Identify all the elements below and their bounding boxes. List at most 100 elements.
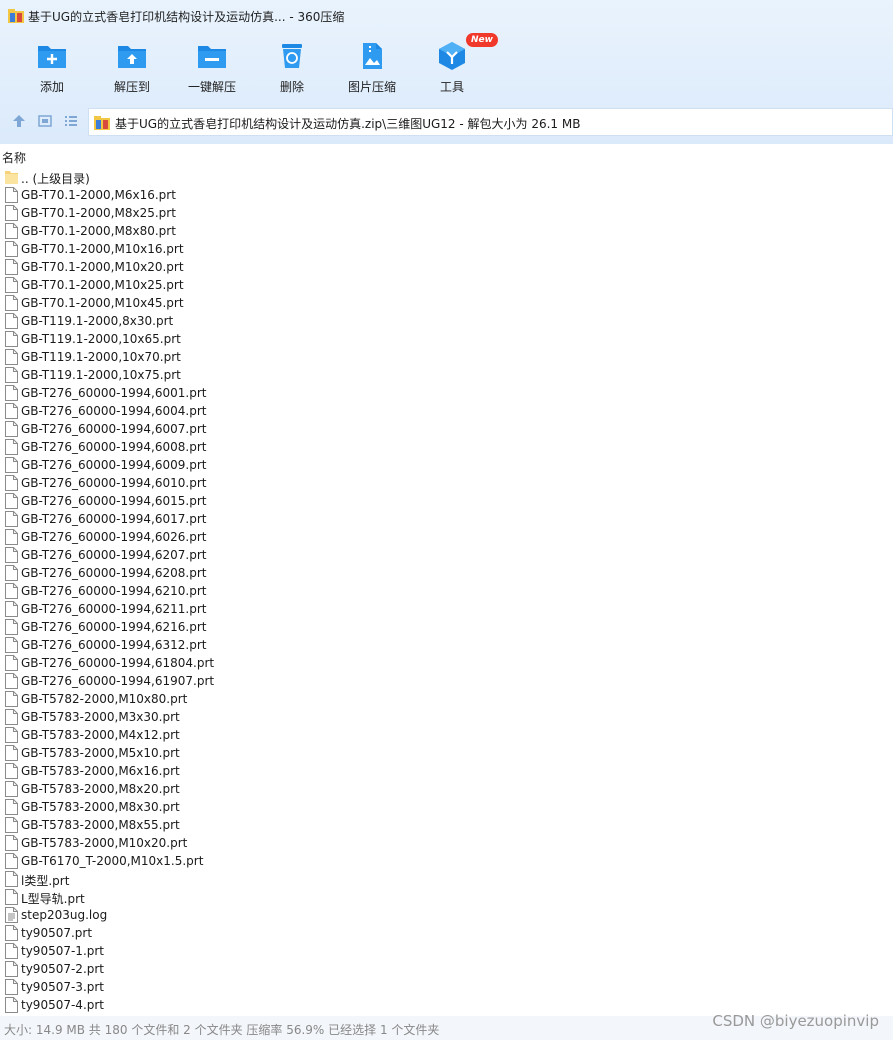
file-name: GB-T276_60000-1994,6312.prt: [21, 638, 207, 652]
file-name: GB-T5782-2000,M10x80.prt: [21, 692, 188, 706]
file-row[interactable]: GB-T119.1-2000,8x30.prt: [0, 312, 893, 330]
file-icon: [5, 385, 18, 401]
window-header: 基于UG的立式香皂打印机结构设计及运动仿真... - 360压缩 添加 解压到: [0, 0, 893, 144]
file-name: ty90507-1.prt: [21, 944, 105, 958]
file-icon: [5, 403, 18, 419]
file-icon: [5, 313, 18, 329]
file-row[interactable]: GB-T276_60000-1994,6026.prt: [0, 528, 893, 546]
file-row[interactable]: GB-T276_60000-1994,6008.prt: [0, 438, 893, 456]
file-row[interactable]: GB-T5783-2000,M5x10.prt: [0, 744, 893, 762]
file-name: GB-T276_60000-1994,6017.prt: [21, 512, 207, 526]
file-row[interactable]: GB-T70.1-2000,M10x25.prt: [0, 276, 893, 294]
file-icon: [5, 871, 18, 887]
file-row[interactable]: GB-T70.1-2000,M6x16.prt: [0, 186, 893, 204]
file-row[interactable]: GB-T276_60000-1994,61907.prt: [0, 672, 893, 690]
one-click-extract-button[interactable]: 一键解压: [172, 36, 252, 100]
file-row[interactable]: GB-T276_60000-1994,6210.prt: [0, 582, 893, 600]
file-row[interactable]: GB-T5783-2000,M8x30.prt: [0, 798, 893, 816]
file-row[interactable]: l类型.prt: [0, 870, 893, 888]
file-row[interactable]: GB-T5783-2000,M3x30.prt: [0, 708, 893, 726]
file-row[interactable]: GB-T276_60000-1994,6007.prt: [0, 420, 893, 438]
address-bar[interactable]: 基于UG的立式香皂打印机结构设计及运动仿真.zip\三维图UG12 - 解包大小…: [88, 108, 893, 136]
log-file-icon: [5, 907, 18, 923]
file-name: L型导轨.prt: [21, 892, 85, 906]
list-view-icon[interactable]: [63, 113, 79, 129]
tools-button[interactable]: New 工具: [412, 33, 498, 100]
file-name: GB-T5783-2000,M10x20.prt: [21, 836, 188, 850]
file-row[interactable]: ty90507-1.prt: [0, 942, 893, 960]
file-row[interactable]: GB-T5783-2000,M8x55.prt: [0, 816, 893, 834]
file-icon: [5, 781, 18, 797]
file-row[interactable]: GB-T276_60000-1994,6211.prt: [0, 600, 893, 618]
file-name: GB-T119.1-2000,8x30.prt: [21, 314, 174, 328]
trash-icon: [282, 44, 302, 68]
file-row[interactable]: GB-T70.1-2000,M10x20.prt: [0, 258, 893, 276]
file-name: GB-T276_60000-1994,6211.prt: [21, 602, 207, 616]
file-row[interactable]: GB-T276_60000-1994,6015.prt: [0, 492, 893, 510]
file-icon: [5, 637, 18, 653]
file-row[interactable]: GB-T5782-2000,M10x80.prt: [0, 690, 893, 708]
file-row[interactable]: GB-T5783-2000,M10x20.prt: [0, 834, 893, 852]
file-row[interactable]: GB-T70.1-2000,M8x25.prt: [0, 204, 893, 222]
file-row[interactable]: GB-T5783-2000,M6x16.prt: [0, 762, 893, 780]
file-icon: [5, 223, 18, 239]
file-icon: [5, 349, 18, 365]
file-row[interactable]: GB-T70.1-2000,M10x45.prt: [0, 294, 893, 312]
add-button[interactable]: 添加: [12, 36, 92, 100]
thumbnail-view-icon[interactable]: [37, 113, 53, 129]
file-row[interactable]: ty90507-2.prt: [0, 960, 893, 978]
file-row[interactable]: GB-T276_60000-1994,6207.prt: [0, 546, 893, 564]
one-click-extract-label: 一键解压: [187, 80, 236, 94]
file-row[interactable]: ty90507.prt: [0, 924, 893, 942]
tools-cube-icon: [439, 42, 465, 70]
delete-button[interactable]: 删除: [252, 36, 332, 100]
file-name: GB-T70.1-2000,M8x25.prt: [21, 206, 176, 220]
file-row[interactable]: GB-T119.1-2000,10x65.prt: [0, 330, 893, 348]
file-row[interactable]: GB-T70.1-2000,M8x80.prt: [0, 222, 893, 240]
file-icon: [5, 187, 18, 203]
file-icon: [5, 331, 18, 347]
extract-to-button-label: 解压到: [113, 80, 150, 94]
file-row[interactable]: GB-T276_60000-1994,61804.prt: [0, 654, 893, 672]
up-arrow-icon[interactable]: [11, 113, 27, 129]
file-row[interactable]: GB-T276_60000-1994,6004.prt: [0, 402, 893, 420]
file-row[interactable]: GB-T276_60000-1994,6208.prt: [0, 564, 893, 582]
watermark: CSDN @biyezuopinvip: [712, 1012, 879, 1030]
file-row[interactable]: step203ug.log: [0, 906, 893, 924]
file-name: GB-T70.1-2000,M10x25.prt: [21, 278, 184, 292]
file-name: GB-T70.1-2000,M10x45.prt: [21, 296, 184, 310]
file-name: ty90507-3.prt: [21, 980, 105, 994]
file-row[interactable]: GB-T276_60000-1994,6017.prt: [0, 510, 893, 528]
parent-folder-row[interactable]: .. (上级目录): [0, 168, 893, 186]
add-folder-icon: [38, 46, 66, 68]
name-column-header[interactable]: 名称: [0, 146, 893, 166]
file-name: GB-T119.1-2000,10x65.prt: [21, 332, 181, 346]
file-row[interactable]: ty90507-3.prt: [0, 978, 893, 996]
new-badge: New: [466, 33, 498, 47]
file-row[interactable]: GB-T276_60000-1994,6216.prt: [0, 618, 893, 636]
file-row[interactable]: GB-T5783-2000,M8x20.prt: [0, 780, 893, 798]
file-name: GB-T276_60000-1994,61804.prt: [21, 656, 215, 670]
extract-to-button[interactable]: 解压到: [92, 36, 172, 100]
file-row[interactable]: GB-T119.1-2000,10x75.prt: [0, 366, 893, 384]
file-name: GB-T119.1-2000,10x75.prt: [21, 368, 181, 382]
file-icon: [5, 925, 18, 941]
file-name: GB-T119.1-2000,10x70.prt: [21, 350, 181, 364]
navigation-bar: 基于UG的立式香皂打印机结构设计及运动仿真.zip\三维图UG12 - 解包大小…: [0, 106, 893, 136]
file-list: .. (上级目录) GB-T70.1-2000,M6x16.prt GB-T70.1…: [0, 168, 893, 1016]
file-row[interactable]: GB-T276_60000-1994,6009.prt: [0, 456, 893, 474]
file-icon: [5, 493, 18, 509]
file-row[interactable]: GB-T119.1-2000,10x70.prt: [0, 348, 893, 366]
file-name: GB-T276_60000-1994,6004.prt: [21, 404, 207, 418]
file-row[interactable]: GB-T276_60000-1994,6001.prt: [0, 384, 893, 402]
file-icon: [5, 241, 18, 257]
image-compress-button[interactable]: 图片压缩: [332, 36, 412, 100]
file-row[interactable]: GB-T6170_T-2000,M10x1.5.prt: [0, 852, 893, 870]
file-name: GB-T276_60000-1994,6009.prt: [21, 458, 207, 472]
file-icon: [5, 691, 18, 707]
file-row[interactable]: GB-T276_60000-1994,6010.prt: [0, 474, 893, 492]
file-row[interactable]: L型导轨.prt: [0, 888, 893, 906]
file-row[interactable]: GB-T5783-2000,M4x12.prt: [0, 726, 893, 744]
file-row[interactable]: GB-T276_60000-1994,6312.prt: [0, 636, 893, 654]
file-row[interactable]: GB-T70.1-2000,M10x16.prt: [0, 240, 893, 258]
